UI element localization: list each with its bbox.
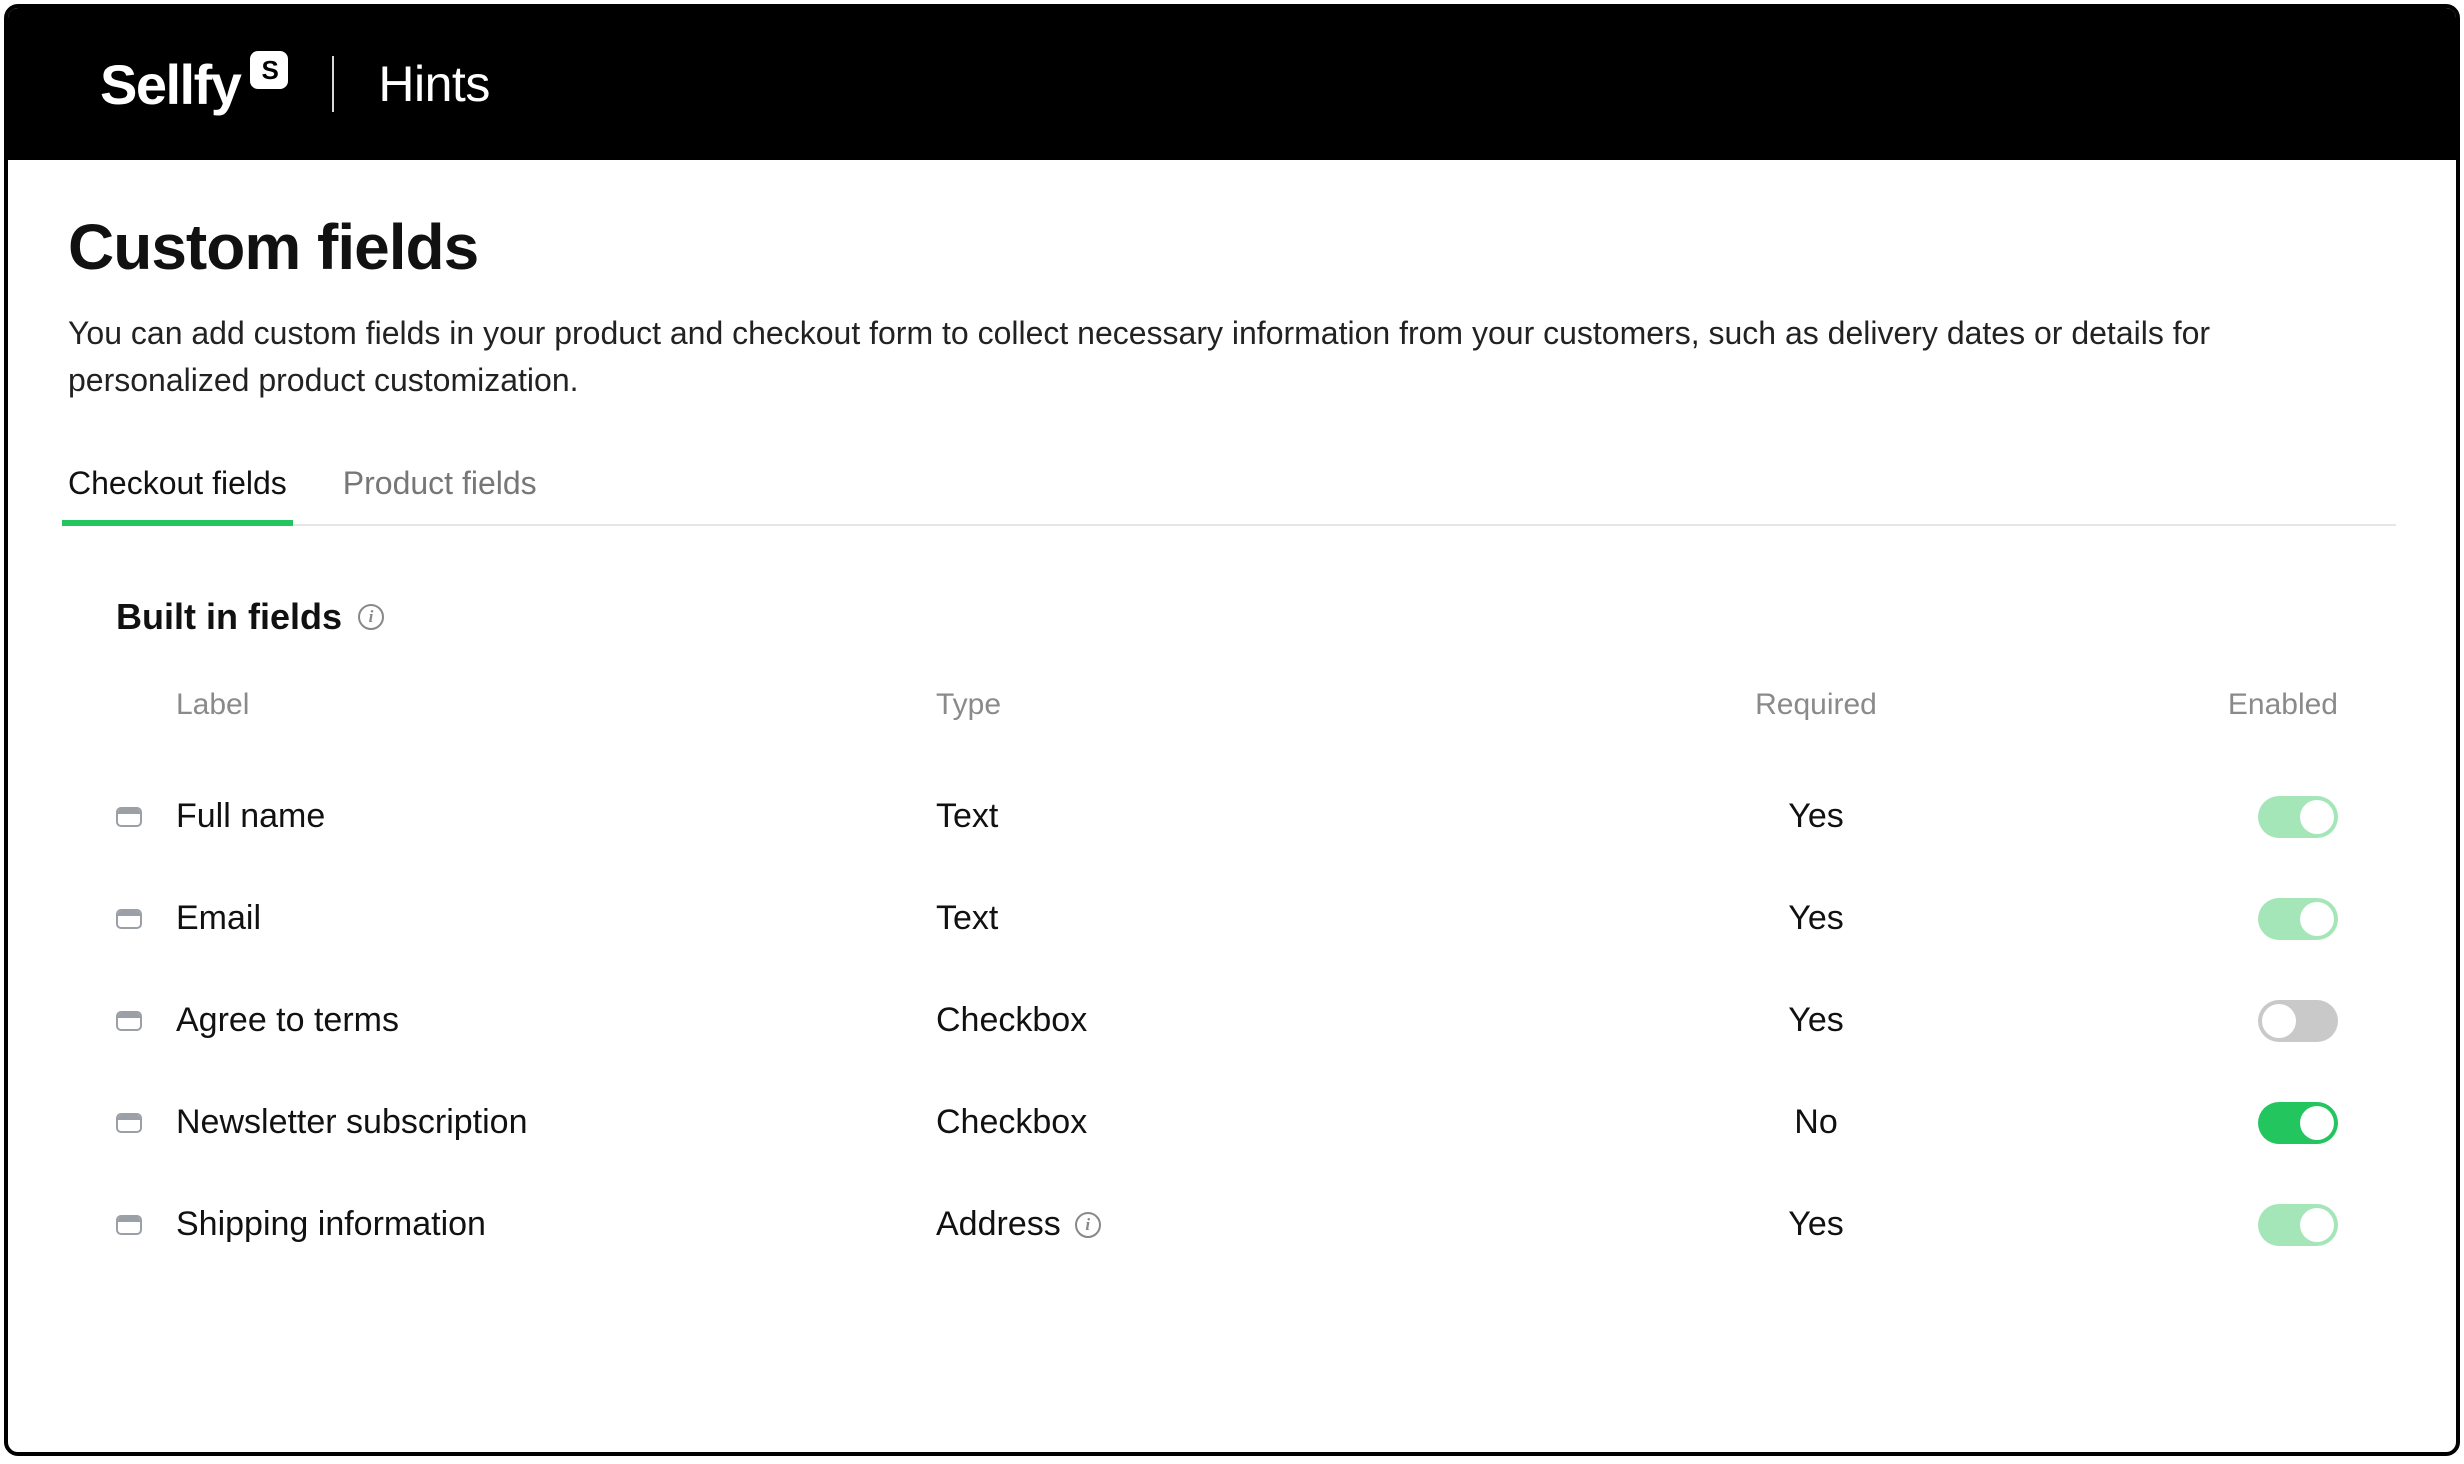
field-type: Checkbox bbox=[936, 1103, 1576, 1142]
field-type-text: Checkbox bbox=[936, 1001, 1087, 1040]
brand-logo[interactable]: Sellfy S bbox=[100, 52, 288, 117]
toggle-knob bbox=[2300, 1106, 2334, 1140]
toggle-knob bbox=[2262, 1004, 2296, 1038]
field-icon bbox=[116, 807, 142, 827]
tab-product-fields[interactable]: Product fields bbox=[343, 459, 537, 524]
tab-label: Checkout fields bbox=[68, 465, 287, 501]
field-type: Address i bbox=[936, 1205, 1576, 1244]
field-type-text: Address bbox=[936, 1205, 1061, 1244]
page-description: You can add custom fields in your produc… bbox=[68, 310, 2348, 405]
tab-checkout-fields[interactable]: Checkout fields bbox=[68, 459, 287, 524]
brand-badge-icon: S bbox=[250, 51, 288, 89]
field-label: Shipping information bbox=[176, 1205, 936, 1244]
main-content: Custom fields You can add custom fields … bbox=[8, 160, 2456, 1452]
tab-label: Product fields bbox=[343, 465, 537, 501]
brand-name: Sellfy bbox=[100, 52, 240, 117]
enabled-toggle[interactable] bbox=[2258, 1000, 2338, 1042]
field-required: Yes bbox=[1576, 899, 2056, 938]
page-title: Custom fields bbox=[68, 210, 2396, 284]
toggle-knob bbox=[2300, 800, 2334, 834]
table-row: Full nameText Yes bbox=[116, 766, 2348, 868]
field-label: Agree to terms bbox=[176, 1001, 936, 1040]
vertical-divider bbox=[332, 56, 334, 112]
field-type: Checkbox bbox=[936, 1001, 1576, 1040]
field-required: Yes bbox=[1576, 1205, 2056, 1244]
field-required: No bbox=[1576, 1103, 2056, 1142]
table-row: Newsletter subscriptionCheckbox No bbox=[116, 1072, 2348, 1174]
field-type-text: Text bbox=[936, 797, 998, 836]
field-label: Newsletter subscription bbox=[176, 1103, 936, 1142]
table-row: EmailText Yes bbox=[116, 868, 2348, 970]
field-label: Email bbox=[176, 899, 936, 938]
header-section-label: Hints bbox=[378, 55, 489, 113]
col-type: Type bbox=[936, 688, 1576, 722]
enabled-toggle[interactable] bbox=[2258, 1204, 2338, 1246]
field-icon bbox=[116, 1215, 142, 1235]
toggle-knob bbox=[2300, 1208, 2334, 1242]
info-icon[interactable]: i bbox=[358, 604, 384, 630]
field-type-text: Text bbox=[936, 899, 998, 938]
table-row: Agree to termsCheckbox Yes bbox=[116, 970, 2348, 1072]
field-required: Yes bbox=[1576, 1001, 2056, 1040]
field-required: Yes bbox=[1576, 797, 2056, 836]
enabled-toggle[interactable] bbox=[2258, 1102, 2338, 1144]
builtin-fields-section: Built in fields i Label Type Required En… bbox=[68, 526, 2396, 1276]
info-icon[interactable]: i bbox=[1075, 1212, 1101, 1238]
section-title-row: Built in fields i bbox=[116, 596, 2348, 638]
col-label: Label bbox=[176, 688, 936, 722]
field-type: Text bbox=[936, 797, 1576, 836]
field-icon bbox=[116, 1113, 142, 1133]
enabled-toggle[interactable] bbox=[2258, 796, 2338, 838]
field-type-text: Checkbox bbox=[936, 1103, 1087, 1142]
table-body: Full nameTextYesEmailTextYesAgree to ter… bbox=[116, 766, 2348, 1276]
field-label: Full name bbox=[176, 797, 936, 836]
col-required: Required bbox=[1576, 688, 2056, 722]
top-bar: Sellfy S Hints bbox=[8, 8, 2456, 160]
section-title: Built in fields bbox=[116, 596, 342, 638]
table-row: Shipping informationAddress i Yes bbox=[116, 1174, 2348, 1276]
enabled-toggle[interactable] bbox=[2258, 898, 2338, 940]
toggle-knob bbox=[2300, 902, 2334, 936]
field-icon bbox=[116, 1011, 142, 1031]
field-type: Text bbox=[936, 899, 1576, 938]
field-icon bbox=[116, 909, 142, 929]
col-enabled: Enabled bbox=[2056, 688, 2348, 722]
table-header: Label Type Required Enabled bbox=[116, 688, 2348, 722]
app-window: Sellfy S Hints Custom fields You can add… bbox=[4, 4, 2460, 1456]
tabs: Checkout fields Product fields bbox=[68, 459, 2396, 526]
